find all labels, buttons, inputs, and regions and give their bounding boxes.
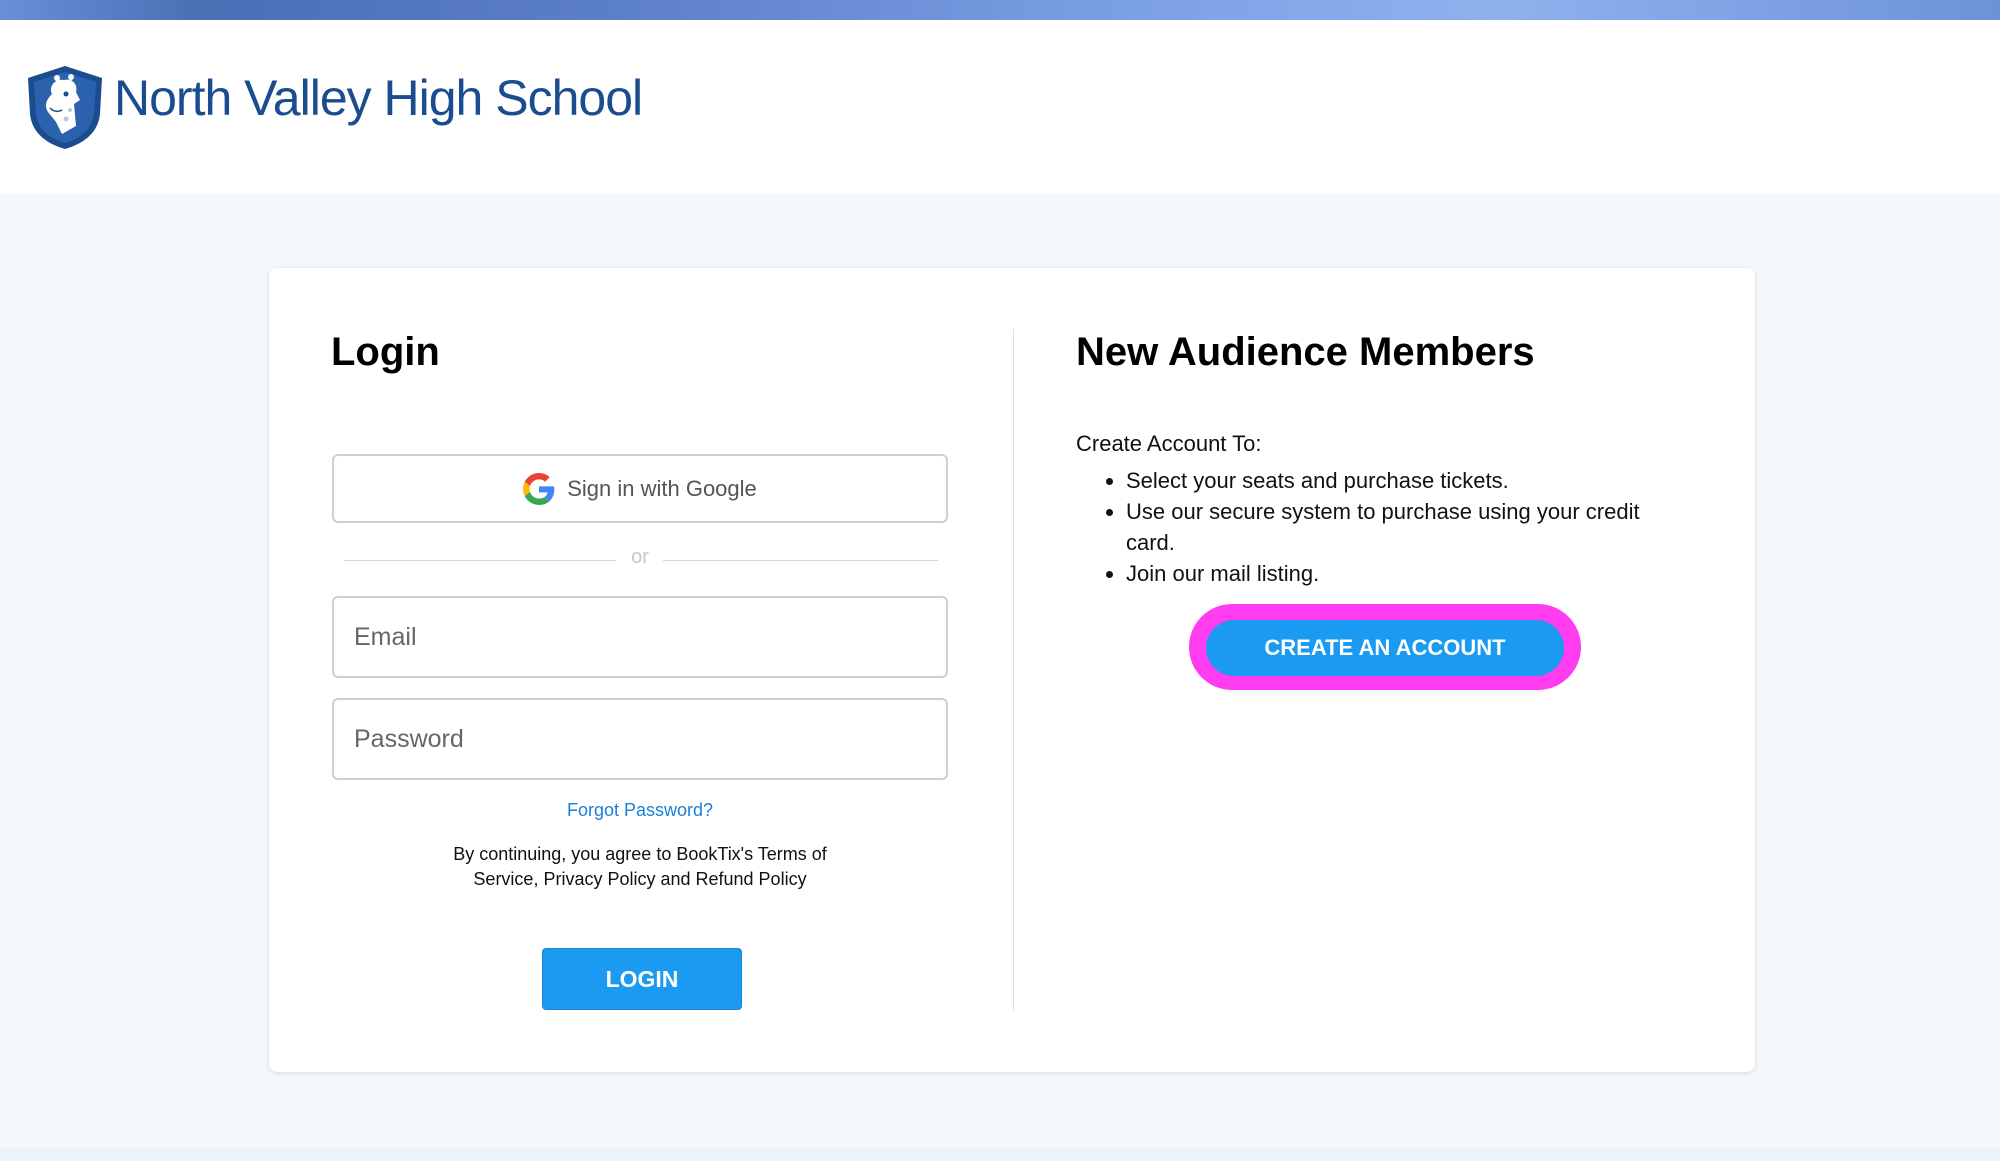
google-signin-label: Sign in with Google <box>567 475 757 501</box>
forgot-password-link[interactable]: Forgot Password? <box>332 800 948 821</box>
giraffe-shield-icon <box>28 66 102 149</box>
create-account-button[interactable]: CREATE AN ACCOUNT <box>1206 620 1564 676</box>
or-divider-left <box>344 560 616 561</box>
terms-text: By continuing, you agree to BookTix's Te… <box>453 844 827 889</box>
create-account-intro: Create Account To: <box>1076 431 1262 456</box>
card-divider <box>1013 329 1014 1010</box>
login-button[interactable]: LOGIN <box>542 948 742 1010</box>
password-field[interactable] <box>332 698 948 780</box>
new-members-title: New Audience Members <box>1076 330 1535 374</box>
or-divider-right <box>663 560 938 561</box>
email-field[interactable] <box>332 596 948 678</box>
footer-band <box>0 1148 2000 1161</box>
login-title: Login <box>331 330 440 374</box>
top-banner <box>0 0 2000 20</box>
school-name: North Valley High School <box>114 70 643 126</box>
or-separator: or <box>631 546 649 568</box>
benefit-item: Join our mail listing. <box>1126 558 1676 589</box>
benefits-list: Select your seats and purchase tickets. … <box>1076 465 1676 589</box>
google-signin-button[interactable]: Sign in with Google <box>332 454 948 523</box>
site-header: North Valley High School <box>0 20 2000 194</box>
benefit-item: Select your seats and purchase tickets. <box>1126 465 1676 496</box>
google-g-icon <box>523 472 555 505</box>
benefit-item: Use our secure system to purchase using … <box>1126 496 1676 558</box>
